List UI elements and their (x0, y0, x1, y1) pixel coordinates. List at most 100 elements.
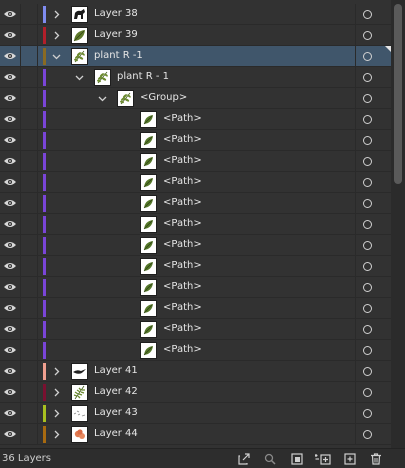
visibility-eye-icon[interactable] (3, 9, 17, 19)
layer-name[interactable]: <Path> (163, 260, 202, 271)
layer-name[interactable]: <Path> (163, 176, 202, 187)
lock-toggle[interactable] (21, 25, 37, 46)
lock-toggle[interactable] (21, 361, 37, 382)
visibility-eye-icon[interactable] (3, 135, 17, 145)
lock-toggle[interactable] (21, 424, 37, 445)
layer-row[interactable]: <Path> (0, 277, 391, 298)
layer-name[interactable]: Layer 44 (94, 428, 138, 439)
chevron-right-icon[interactable] (52, 367, 61, 376)
layer-row[interactable]: <Path> (0, 340, 391, 361)
layer-row[interactable]: <Group> (0, 88, 391, 109)
target-circle-icon[interactable] (363, 136, 372, 145)
layer-name[interactable]: Layer 38 (94, 8, 138, 19)
layer-row[interactable]: <Path> (0, 298, 391, 319)
lock-toggle[interactable] (21, 109, 37, 130)
target-circle-icon[interactable] (363, 73, 372, 82)
lock-toggle[interactable] (21, 403, 37, 424)
layer-name[interactable]: <Path> (163, 134, 202, 145)
target-circle-icon[interactable] (363, 241, 372, 250)
target-circle-icon[interactable] (363, 199, 372, 208)
lock-toggle[interactable] (21, 130, 37, 151)
chevron-right-icon[interactable] (52, 430, 61, 439)
target-circle-icon[interactable] (363, 31, 372, 40)
scrollbar[interactable] (391, 0, 405, 448)
chevron-right-icon[interactable] (52, 409, 61, 418)
lock-toggle[interactable] (21, 256, 37, 277)
layer-name[interactable]: Layer 42 (94, 386, 138, 397)
layer-row[interactable]: Layer 44 (0, 424, 391, 445)
layer-row[interactable]: <Path> (0, 130, 391, 151)
lock-toggle[interactable] (21, 151, 37, 172)
visibility-eye-icon[interactable] (3, 261, 17, 271)
layer-row[interactable]: plant R -1 (0, 46, 391, 67)
layer-name[interactable]: <Path> (163, 197, 202, 208)
target-circle-icon[interactable] (363, 409, 372, 418)
chevron-right-icon[interactable] (52, 31, 61, 40)
lock-toggle[interactable] (21, 319, 37, 340)
layer-name[interactable]: <Path> (163, 218, 202, 229)
layer-name[interactable]: <Path> (163, 239, 202, 250)
lock-toggle[interactable] (21, 172, 37, 193)
visibility-eye-icon[interactable] (3, 51, 17, 61)
layer-name[interactable]: plant R - 1 (117, 71, 169, 82)
lock-toggle[interactable] (21, 382, 37, 403)
lock-toggle[interactable] (21, 340, 37, 361)
layer-name[interactable]: <Path> (163, 302, 202, 313)
chevron-right-icon[interactable] (52, 388, 61, 397)
visibility-eye-icon[interactable] (3, 282, 17, 292)
visibility-eye-icon[interactable] (3, 345, 17, 355)
target-circle-icon[interactable] (363, 178, 372, 187)
visibility-eye-icon[interactable] (3, 219, 17, 229)
new-layer-icon[interactable] (344, 453, 356, 465)
visibility-eye-icon[interactable] (3, 303, 17, 313)
lock-toggle[interactable] (21, 193, 37, 214)
target-circle-icon[interactable] (363, 283, 372, 292)
chevron-down-icon[interactable] (52, 52, 61, 61)
layer-row[interactable]: Layer 39 (0, 25, 391, 46)
target-circle-icon[interactable] (363, 52, 372, 61)
layer-name[interactable]: <Path> (163, 281, 202, 292)
layer-row[interactable]: Layer 43 (0, 403, 391, 424)
visibility-eye-icon[interactable] (3, 387, 17, 397)
scrollbar-thumb[interactable] (394, 4, 402, 184)
target-circle-icon[interactable] (363, 115, 372, 124)
trash-icon[interactable] (370, 453, 382, 465)
visibility-eye-icon[interactable] (3, 30, 17, 40)
layer-row[interactable]: <Path> (0, 214, 391, 235)
layer-name[interactable]: <Path> (163, 155, 202, 166)
layer-name[interactable]: <Group> (140, 92, 187, 103)
layer-name[interactable]: <Path> (163, 113, 202, 124)
visibility-eye-icon[interactable] (3, 324, 17, 334)
layer-row[interactable]: Layer 38 (0, 4, 391, 25)
lock-toggle[interactable] (21, 4, 37, 25)
visibility-eye-icon[interactable] (3, 156, 17, 166)
lock-toggle[interactable] (21, 235, 37, 256)
lock-toggle[interactable] (21, 298, 37, 319)
clipping-mask-icon[interactable] (291, 453, 303, 465)
layer-row[interactable]: Layer 41 (0, 361, 391, 382)
visibility-eye-icon[interactable] (3, 93, 17, 103)
lock-toggle[interactable] (21, 67, 37, 88)
target-circle-icon[interactable] (363, 346, 372, 355)
lock-toggle[interactable] (21, 46, 37, 67)
layer-name[interactable]: plant R -1 (94, 50, 143, 61)
layer-row[interactable]: <Path> (0, 319, 391, 340)
chevron-down-icon[interactable] (98, 94, 107, 103)
layer-row[interactable]: Layer 42 (0, 382, 391, 403)
visibility-eye-icon[interactable] (3, 408, 17, 418)
export-icon[interactable] (238, 453, 250, 465)
target-circle-icon[interactable] (363, 325, 372, 334)
target-circle-icon[interactable] (363, 304, 372, 313)
target-circle-icon[interactable] (363, 220, 372, 229)
lock-toggle[interactable] (21, 214, 37, 235)
target-circle-icon[interactable] (363, 10, 372, 19)
visibility-eye-icon[interactable] (3, 198, 17, 208)
layer-row[interactable]: plant R - 1 (0, 67, 391, 88)
layer-name[interactable]: <Path> (163, 344, 202, 355)
visibility-eye-icon[interactable] (3, 366, 17, 376)
target-circle-icon[interactable] (363, 262, 372, 271)
layer-name[interactable]: Layer 41 (94, 365, 138, 376)
target-circle-icon[interactable] (363, 157, 372, 166)
chevron-down-icon[interactable] (75, 73, 84, 82)
visibility-eye-icon[interactable] (3, 72, 17, 82)
